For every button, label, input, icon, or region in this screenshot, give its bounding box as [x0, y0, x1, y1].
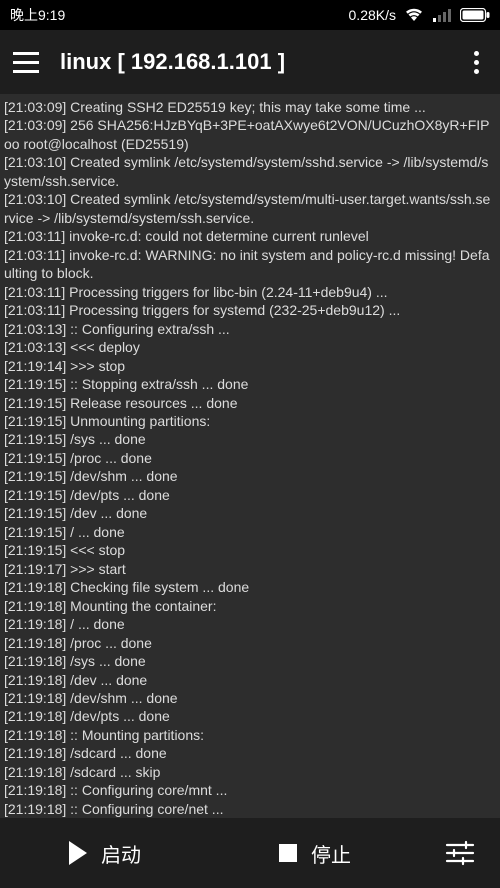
terminal-line: [21:19:15] /proc ... done — [4, 449, 494, 467]
terminal-output: [21:03:09] Creating SSH2 ED25519 key; th… — [0, 94, 500, 818]
terminal-line: [21:19:18] :: Configuring core/net ... — [4, 800, 494, 818]
terminal-line: [21:19:15] /dev ... done — [4, 504, 494, 522]
start-button[interactable]: 启动 — [0, 818, 210, 888]
net-speed: 0.28K/s — [349, 7, 396, 23]
header-title: linux [ 192.168.1.101 ] — [60, 49, 444, 75]
terminal-line: [21:19:18] /dev/shm ... done — [4, 689, 494, 707]
terminal-line: [21:03:11] Processing triggers for syste… — [4, 301, 494, 319]
android-status-bar: 晚上9:19 0.28K/s — [0, 0, 500, 30]
bottom-toolbar: 启动 停止 — [0, 818, 500, 888]
terminal-line: [21:19:14] >>> stop — [4, 357, 494, 375]
terminal-line: [21:03:09] 256 SHA256:HJzBYqB+3PE+oatAXw… — [4, 116, 494, 153]
terminal-line: [21:19:18] Mounting the container: — [4, 597, 494, 615]
terminal-line: [21:19:18] /sdcard ... skip — [4, 763, 494, 781]
app-header: linux [ 192.168.1.101 ] — [0, 30, 500, 94]
terminal-line: [21:03:10] Created symlink /etc/systemd/… — [4, 153, 494, 190]
terminal-line: [21:19:18] /dev/pts ... done — [4, 707, 494, 725]
terminal-line: [21:19:15] Unmounting partitions: — [4, 412, 494, 430]
wifi-icon — [404, 7, 424, 23]
sliders-icon — [445, 840, 475, 866]
signal-icon — [432, 7, 452, 23]
overflow-menu-icon[interactable] — [462, 48, 490, 76]
terminal-line: [21:19:18] /sdcard ... done — [4, 744, 494, 762]
status-right-cluster: 0.28K/s — [349, 7, 490, 23]
terminal-line: [21:19:15] / ... done — [4, 523, 494, 541]
terminal-line: [21:19:18] Checking file system ... done — [4, 578, 494, 596]
terminal-line: [21:19:15] /dev/pts ... done — [4, 486, 494, 504]
terminal-line: [21:19:15] Release resources ... done — [4, 394, 494, 412]
status-time: 晚上9:19 — [10, 5, 65, 25]
terminal-line: [21:19:18] :: Configuring core/mnt ... — [4, 781, 494, 799]
start-label: 启动 — [101, 839, 141, 868]
play-icon — [69, 841, 87, 865]
battery-icon — [460, 8, 490, 22]
terminal-line: [21:19:15] :: Stopping extra/ssh ... don… — [4, 375, 494, 393]
terminal-line: [21:03:13] <<< deploy — [4, 338, 494, 356]
terminal-line: [21:19:17] >>> start — [4, 560, 494, 578]
terminal-line: [21:19:15] <<< stop — [4, 541, 494, 559]
settings-button[interactable] — [420, 818, 500, 888]
terminal-line: [21:19:18] /sys ... done — [4, 652, 494, 670]
terminal-line: [21:03:10] Created symlink /etc/systemd/… — [4, 190, 494, 227]
terminal-line: [21:03:11] Processing triggers for libc-… — [4, 283, 494, 301]
terminal-line: [21:03:09] Creating SSH2 ED25519 key; th… — [4, 98, 494, 116]
terminal-line: [21:19:18] /proc ... done — [4, 634, 494, 652]
terminal-line: [21:03:13] :: Configuring extra/ssh ... — [4, 320, 494, 338]
hamburger-menu-icon[interactable] — [10, 46, 42, 78]
terminal-line: [21:19:18] /dev ... done — [4, 671, 494, 689]
terminal-line: [21:19:18] :: Mounting partitions: — [4, 726, 494, 744]
terminal-line: [21:19:15] /sys ... done — [4, 430, 494, 448]
stop-square-icon — [279, 844, 297, 862]
terminal-line: [21:03:11] invoke-rc.d: could not determ… — [4, 227, 494, 245]
stop-label: 停止 — [311, 839, 351, 868]
terminal-line: [21:03:11] invoke-rc.d: WARNING: no init… — [4, 246, 494, 283]
stop-button[interactable]: 停止 — [210, 818, 420, 888]
terminal-line: [21:19:15] /dev/shm ... done — [4, 467, 494, 485]
terminal-line: [21:19:18] / ... done — [4, 615, 494, 633]
